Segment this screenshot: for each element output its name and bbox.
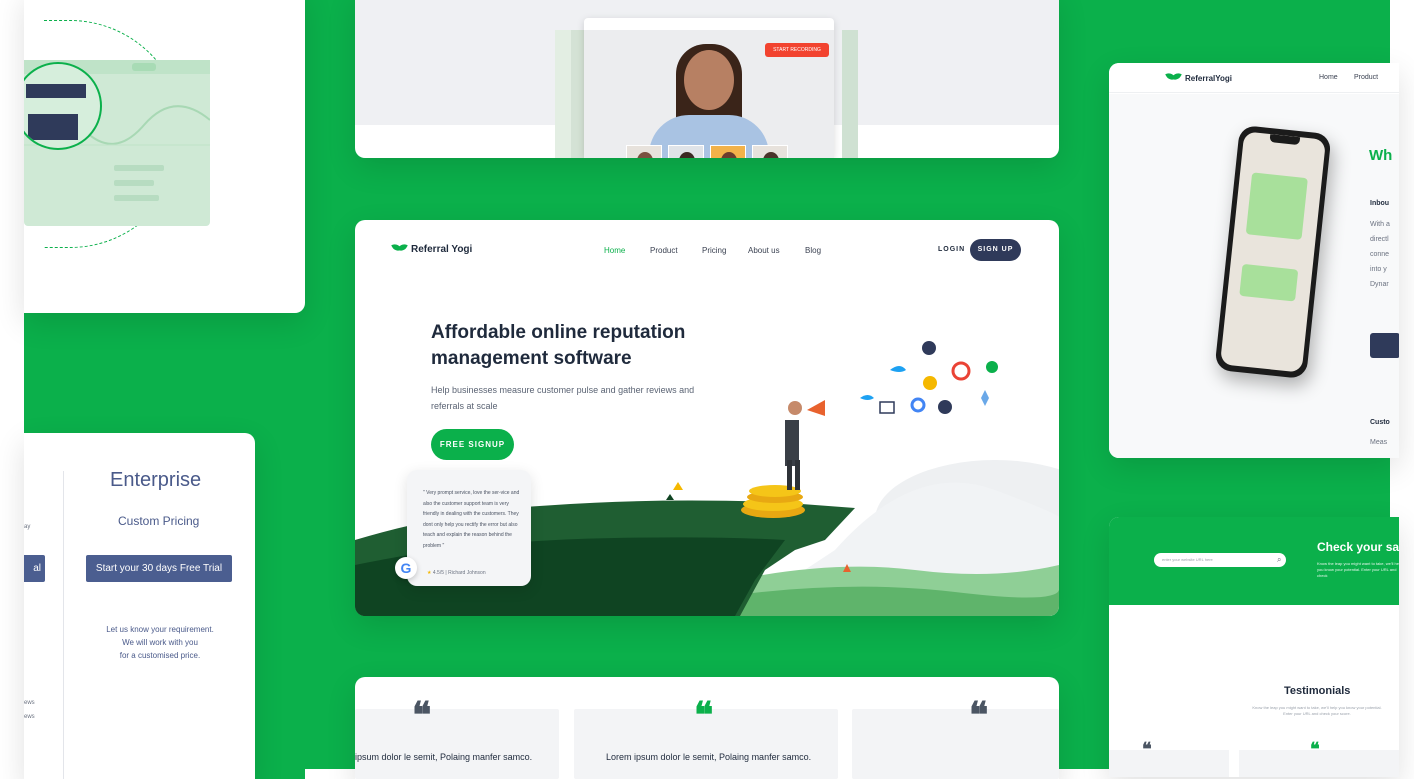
review-meta: ★ 4.5/5 | Richard Johnson (427, 570, 486, 576)
video-feed: START RECORDING (584, 30, 834, 158)
nav-about-us[interactable]: About us (748, 246, 780, 255)
star-icon: ★ (427, 570, 432, 576)
check-score-card: enter your website URL here ⌕ Check your… (1109, 517, 1399, 777)
participant-thumb[interactable] (710, 145, 746, 158)
feature-title: Custo (1370, 419, 1390, 426)
quote-icon: ❝ (969, 694, 989, 736)
leaf-logo-icon (393, 242, 407, 256)
free-signup-button[interactable]: FREE SIGNUP (431, 429, 514, 460)
participant-thumb[interactable] (752, 145, 788, 158)
feature-text: conne (1370, 251, 1390, 258)
review-rating: 4.5/5 (432, 570, 444, 576)
testimonials-strip-card: ❝ ❝ ❝ ipsum dolor le semit, Polaing manf… (355, 677, 1059, 779)
participant-thumb[interactable] (668, 145, 704, 158)
testimonial-text: ipsum dolor le semit, Polaing manfer sam… (355, 752, 533, 762)
start-recording-button[interactable]: START RECORDING (765, 43, 829, 57)
website-url-input[interactable]: enter your website URL here (1154, 553, 1286, 567)
app-header: ReferralYogi Home Product (1109, 63, 1399, 93)
brand-name: Referral Yogi (411, 243, 473, 255)
nav-pricing[interactable]: Pricing (702, 246, 726, 255)
review-text: " Very prompt service, love the ser-vice… (423, 490, 520, 549)
person-figure (785, 400, 825, 490)
brand-name: ReferralYogi (1185, 73, 1232, 83)
nav-product[interactable]: Product (1354, 74, 1378, 81)
quote-icon: ❝ (1310, 739, 1320, 760)
testimonial-box (1109, 750, 1229, 777)
feature-title: Inbou (1370, 200, 1390, 207)
feature-text: directl (1370, 236, 1389, 243)
truncated-text: ews (24, 714, 35, 720)
review-card: " Very prompt service, love the ser-vice… (407, 470, 531, 586)
video-browser-window: START RECORDING (584, 18, 834, 158)
truncated-text: ay (24, 524, 31, 530)
brand-logo[interactable]: ReferralYogi (1167, 71, 1232, 85)
chat-screen (1219, 131, 1327, 373)
feature-text: into y (1370, 266, 1387, 273)
start-trial-button[interactable]: Start your 30 days Free Trial (86, 555, 232, 582)
quote-icon: ❝ (1142, 739, 1152, 760)
google-icon: G (395, 557, 417, 579)
leaf-logo-icon (1167, 71, 1181, 85)
chat-bubble (1245, 172, 1308, 240)
enterprise-pricing-card: ay al Enterprise Custom Pricing Start yo… (24, 433, 255, 779)
testimonial-box (355, 709, 559, 779)
check-description: Know the leap you might want to take, we… (1317, 561, 1399, 578)
hero-subtext: Help businesses measure customer pulse a… (431, 385, 695, 411)
nav-product[interactable]: Product (650, 246, 678, 255)
section-heading: Wh (1369, 147, 1393, 164)
plan-title: Enterprise (110, 469, 202, 491)
check-title: Check your sa (1317, 540, 1399, 554)
quote-icon: ❝ (694, 694, 714, 736)
signup-button[interactable]: SIGN UP (970, 239, 1021, 261)
hero-headline: Affordable online reputation management … (431, 322, 686, 369)
social-icons-cluster (860, 341, 998, 414)
hero-landing-card: Referral Yogi Home Product Pricing About… (355, 220, 1059, 616)
testimonial-box (852, 709, 1059, 779)
testimonial-text: Lorem ipsum dolor le semit, Polaing manf… (606, 752, 812, 762)
testimonials-description: Know the leap you might want to take, we… (1252, 705, 1382, 716)
action-button[interactable] (1370, 333, 1399, 358)
nav-home[interactable]: Home (1319, 74, 1338, 81)
login-link[interactable]: LOGIN (938, 246, 965, 253)
nav-home[interactable]: Home (604, 246, 625, 255)
quote-icon: ❝ (412, 694, 432, 736)
truncated-text: ews (24, 700, 35, 706)
dashboard-preview-card (24, 0, 305, 313)
reviewer-name: Richard Johnson (448, 570, 486, 576)
truncated-trial-button[interactable]: al (24, 555, 45, 582)
participant-thumb[interactable] (626, 145, 662, 158)
referral-app-card: ReferralYogi Home Product Wh Inbou With … (1109, 63, 1399, 458)
video-recording-card: START RECORDING (355, 0, 1059, 158)
search-icon[interactable]: ⌕ (1277, 555, 1281, 565)
brand-logo[interactable]: Referral Yogi (393, 242, 472, 256)
feature-text: With a (1370, 221, 1390, 228)
feature-text: Dynar (1370, 281, 1389, 288)
plan-price: Custom Pricing (118, 514, 200, 528)
plan-note: Let us know your requirement. We will wo… (106, 625, 214, 660)
testimonials-title: Testimonials (1284, 685, 1351, 697)
canvas: START RECORDING Referral Yogi Home Produ… (0, 0, 1414, 779)
chat-bubble (1239, 263, 1299, 302)
nav-blog[interactable]: Blog (805, 246, 821, 255)
feature-text: Meas (1370, 439, 1388, 446)
